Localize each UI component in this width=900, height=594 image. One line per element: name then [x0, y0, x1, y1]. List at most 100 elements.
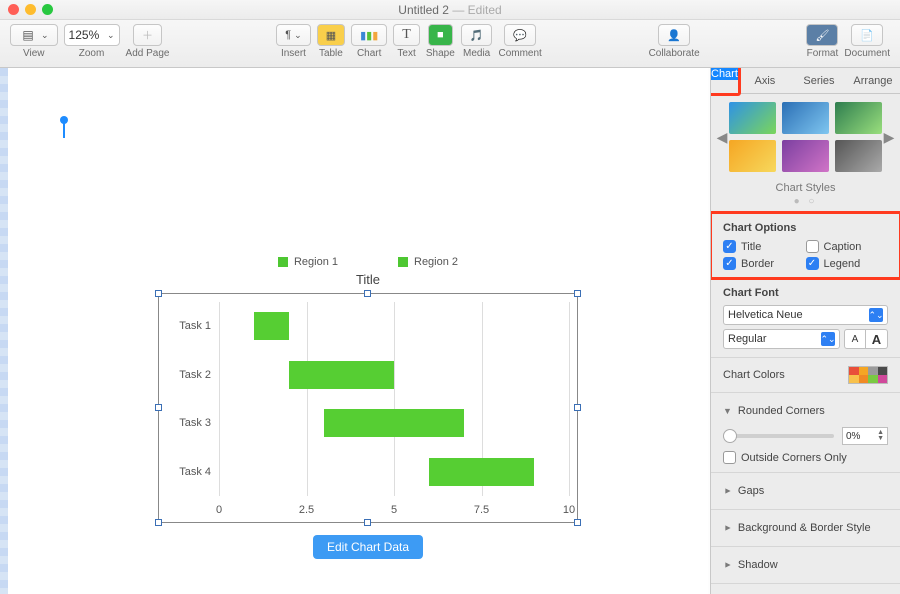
rounded-slider[interactable]: [723, 434, 834, 438]
chart-font-section: Chart Font Helvetica Neue⌃⌄ Regular⌃⌄ A …: [711, 278, 900, 357]
y-label: Task 3: [161, 417, 211, 429]
bgborder-label: Background & Border Style: [738, 522, 871, 534]
style-thumb-5[interactable]: [782, 140, 829, 172]
document-button[interactable]: 📄: [851, 24, 883, 46]
rounded-header: Rounded Corners: [738, 405, 825, 417]
style-thumb-4[interactable]: [729, 140, 776, 172]
gaps-section: ▼Gaps: [711, 472, 900, 509]
tab-series[interactable]: Series: [792, 68, 846, 93]
add-page-button[interactable]: ＋: [133, 24, 162, 46]
styles-next-button[interactable]: ▶: [882, 129, 896, 146]
collaborate-label: Collaborate: [649, 48, 700, 59]
font-weight-value: Regular: [728, 333, 767, 345]
shape-button[interactable]: ■: [428, 24, 453, 46]
table-label: Table: [319, 48, 343, 59]
comment-label: Comment: [498, 48, 541, 59]
y-label: Task 2: [161, 369, 211, 381]
chart-bar[interactable]: [324, 409, 464, 437]
chart-font-header: Chart Font: [723, 287, 888, 299]
chart-styles-label: Chart Styles: [711, 176, 900, 196]
legend-region2: Region 2: [414, 256, 458, 268]
document-canvas[interactable]: Region 1 Region 2 Title 02.557.510Task 1…: [8, 68, 708, 594]
shape-label: Shape: [426, 48, 455, 59]
gaps-label: Gaps: [738, 485, 764, 497]
legend-option-label: Legend: [824, 258, 861, 270]
edit-chart-data-button[interactable]: Edit Chart Data: [313, 535, 423, 559]
tab-chart[interactable]: Chart: [711, 68, 738, 80]
outside-corners-checkbox[interactable]: [723, 451, 736, 464]
chart-object[interactable]: Region 1 Region 2 Title 02.557.510Task 1…: [158, 256, 578, 559]
table-button[interactable]: ▦: [317, 24, 345, 46]
shadow-label: Shadow: [738, 559, 778, 571]
legend-checkbox[interactable]: ✓: [806, 257, 819, 270]
font-family-value: Helvetica Neue: [728, 309, 803, 321]
chart-bar[interactable]: [429, 458, 534, 486]
font-bigger-button[interactable]: A: [866, 329, 888, 349]
outside-corners-label: Outside Corners Only: [741, 452, 847, 464]
chart-styles-row: ◀ ▶: [711, 94, 900, 176]
sidebar-tabs: Chart Axis Series Arrange: [711, 68, 900, 94]
window-titlebar: Untitled 2 — Edited: [0, 0, 900, 20]
rounded-value-field[interactable]: 0%▲▼: [842, 427, 888, 445]
font-family-select[interactable]: Helvetica Neue⌃⌄: [723, 305, 888, 325]
tab-arrange[interactable]: Arrange: [846, 68, 900, 93]
document-label: Document: [844, 48, 890, 59]
style-thumb-1[interactable]: [729, 102, 776, 134]
chart-bar[interactable]: [289, 361, 394, 389]
collaborate-button[interactable]: 👤: [658, 24, 690, 46]
chart-colors-button[interactable]: [848, 366, 888, 384]
styles-prev-button[interactable]: ◀: [715, 129, 729, 146]
styles-page-dots: ● ○: [711, 196, 900, 213]
view-label: View: [23, 48, 45, 59]
format-label: Format: [807, 48, 839, 59]
media-button[interactable]: 🎵: [461, 24, 493, 46]
toolbar: ▤⌄ View 125%⌄ Zoom ＋ Add Page ¶⌄Insert ▦…: [0, 20, 900, 68]
style-thumb-6[interactable]: [835, 140, 882, 172]
x-tick: 7.5: [474, 504, 489, 516]
insert-label: Insert: [281, 48, 306, 59]
thumbnail-strip[interactable]: [0, 68, 8, 594]
chart-options-header: Chart Options: [723, 222, 888, 234]
caption-checkbox[interactable]: [806, 240, 819, 253]
zoom-value: 125%: [69, 28, 100, 42]
style-thumb-3[interactable]: [835, 102, 882, 134]
rounded-corners-disclosure[interactable]: ▼Rounded Corners: [723, 401, 888, 421]
window-status: Edited: [468, 3, 502, 17]
font-weight-select[interactable]: Regular⌃⌄: [723, 329, 840, 349]
window-title: Untitled 2: [398, 3, 449, 17]
x-tick: 5: [391, 504, 397, 516]
format-sidebar: Chart Axis Series Arrange ◀ ▶ Chart Styl…: [710, 68, 900, 594]
chart-options-section: Chart Options ✓Title Caption ✓Border ✓Le…: [711, 213, 900, 278]
rounded-value: 0%: [846, 431, 860, 442]
style-thumb-2[interactable]: [782, 102, 829, 134]
zoom-label: Zoom: [79, 48, 105, 59]
tab-axis[interactable]: Axis: [738, 68, 792, 93]
chart-button[interactable]: ▮▮▮: [351, 24, 387, 46]
title-option-label: Title: [741, 241, 761, 253]
font-smaller-button[interactable]: A: [844, 329, 866, 349]
gaps-disclosure[interactable]: ▼Gaps: [723, 481, 888, 501]
view-button[interactable]: ▤⌄: [10, 24, 58, 46]
insert-button[interactable]: ¶⌄: [276, 24, 310, 46]
comment-button[interactable]: 💬: [504, 24, 536, 46]
border-checkbox[interactable]: ✓: [723, 257, 736, 270]
y-label: Task 1: [161, 320, 211, 332]
chart-bar[interactable]: [254, 312, 289, 340]
title-checkbox[interactable]: ✓: [723, 240, 736, 253]
text-label: Text: [397, 48, 415, 59]
caption-option-label: Caption: [824, 241, 862, 253]
media-label: Media: [463, 48, 490, 59]
chart-colors-label: Chart Colors: [723, 369, 785, 381]
x-tick: 0: [216, 504, 222, 516]
format-button[interactable]: 🖌: [806, 24, 838, 46]
chart-frame[interactable]: 02.557.510Task 1Task 2Task 3Task 4: [158, 293, 578, 523]
shadow-section: ▼Shadow: [711, 546, 900, 583]
zoom-select[interactable]: 125%⌄: [64, 24, 120, 46]
x-tick: 2.5: [299, 504, 314, 516]
x-tick: 10: [563, 504, 575, 516]
chart-title[interactable]: Title: [158, 272, 578, 287]
text-button[interactable]: T: [393, 24, 420, 46]
shadow-disclosure[interactable]: ▼Shadow: [723, 555, 888, 575]
charttype-section: ▼Chart Type: [711, 583, 900, 594]
bgborder-disclosure[interactable]: ▼Background & Border Style: [723, 518, 888, 538]
